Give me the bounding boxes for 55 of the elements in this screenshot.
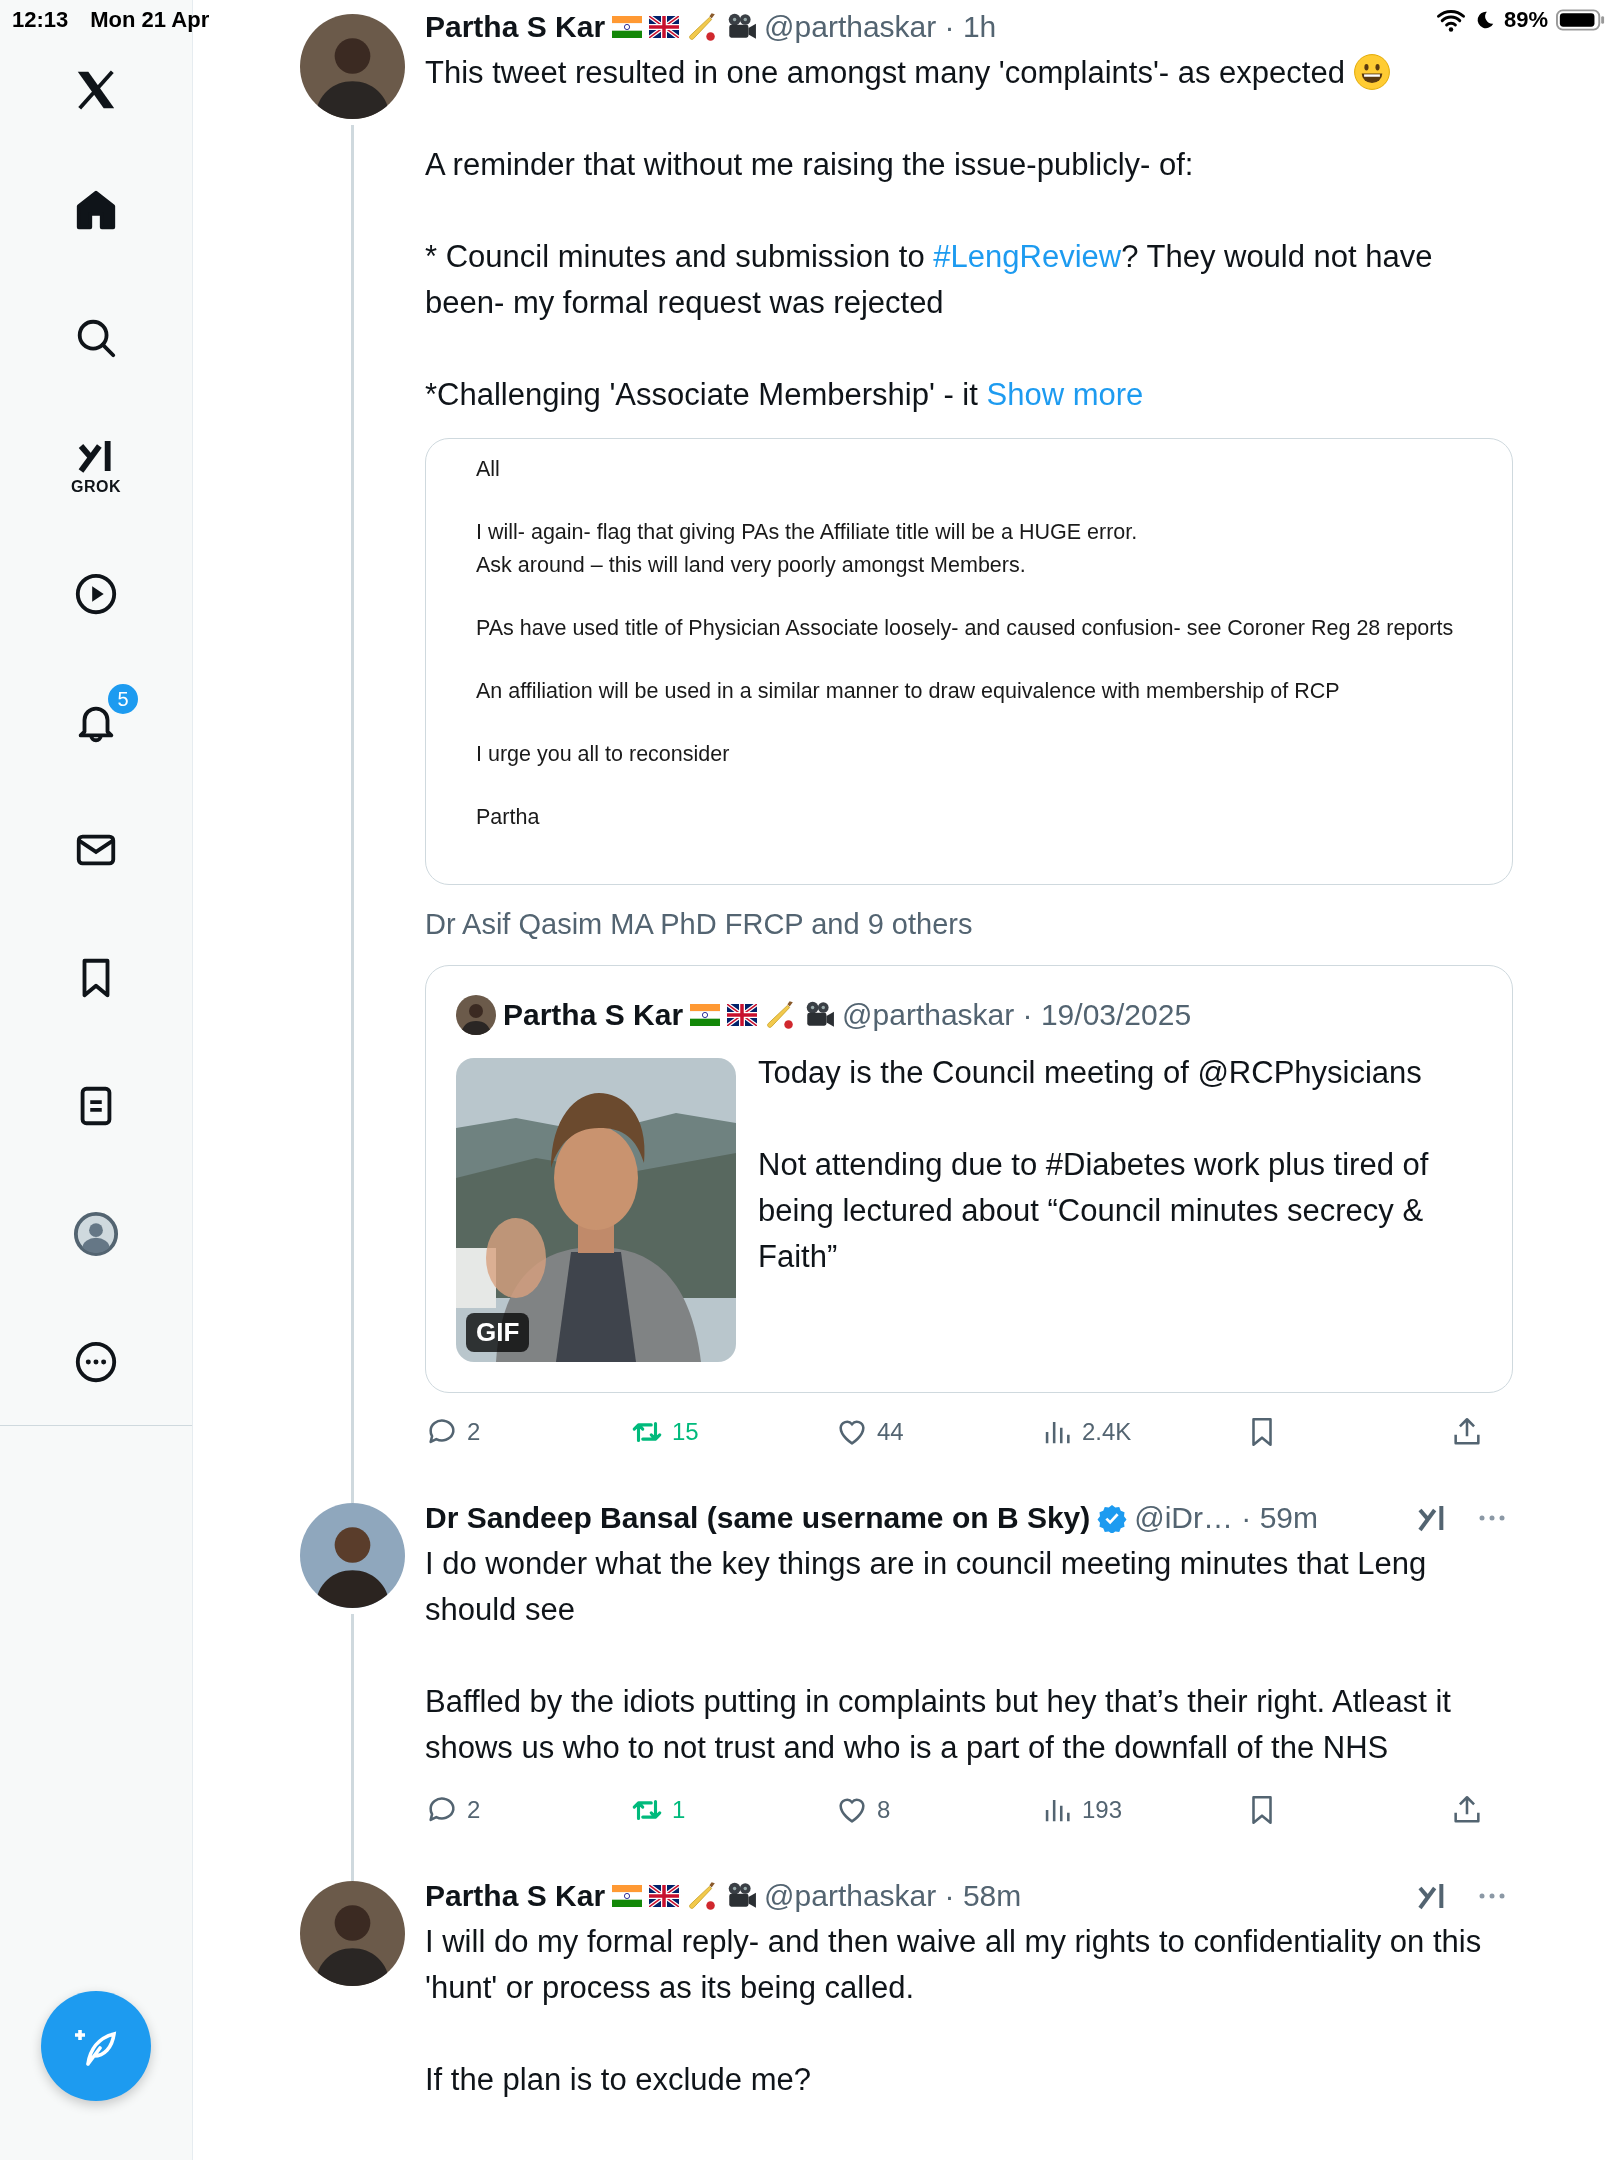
flag-icon	[727, 1004, 758, 1026]
views-button[interactable]: 193	[1040, 1787, 1123, 1833]
quoted-tweet[interactable]: Partha S Kar @parthaskar · 19/03/2025 GIF Today is the Council meeting of @RCPhysicians Not attending due to #Diabetes work plus tired of being lectured about “Council minutes secrecy & Faith”	[425, 965, 1513, 1393]
tweet-text: Baffled by the idiots putting in complaints but hey that’s their right. Atleast it shows us who to not trust and who is a part of the downfall of the NHS	[425, 1683, 1452, 1767]
avatar	[456, 995, 496, 1035]
document-line: PAs have used title of Physician Associate loosely- and caused confusion- see Coroner Reg 28 reports	[476, 615, 1455, 642]
battery-icon	[1556, 8, 1606, 32]
reply-button[interactable]: 2	[425, 1409, 481, 1455]
flag-icon	[612, 16, 643, 38]
author-name[interactable]: Partha S Kar	[425, 10, 606, 44]
document-line: Ask around – this will land very poorly amongst Members.	[476, 552, 1027, 579]
like-button[interactable]: 8	[835, 1787, 891, 1833]
play-icon	[73, 571, 119, 617]
handle-and-time[interactable]: @iDr… · 59m	[1134, 1501, 1319, 1535]
status-date: Mon 21 Apr	[90, 7, 210, 33]
tweet-text: Not attending due to #Diabetes work plus tired of being lectured about “Council minutes secrecy & Faith”	[758, 1146, 1430, 1276]
handle-and-time: @parthaskar · 19/03/2025	[842, 998, 1192, 1032]
profile-icon	[73, 1211, 119, 1257]
tweet-text: Today is the Council meeting of @RCPhysicians	[758, 1054, 1423, 1092]
document-line: All	[476, 456, 501, 483]
status-time: 12:13	[12, 7, 69, 33]
tagged-people[interactable]: Dr Asif Qasim MA PhD FRCP and 9 others	[425, 901, 1513, 947]
compose-button[interactable]	[41, 1991, 151, 2101]
tweet-text: I do wonder what the key things are in council meeting minutes that Leng should see	[425, 1545, 1428, 1629]
flag-icon	[612, 1885, 643, 1907]
views-button[interactable]: 2.4K	[1040, 1409, 1132, 1455]
handle-and-time[interactable]: @parthaskar · 58m	[764, 1879, 1022, 1913]
document-line: I will- again- flag that giving PAs the Affiliate title will be a HUGE error.	[476, 519, 1139, 546]
author-name: Partha S Kar	[503, 998, 684, 1032]
tweet-text: If the plan is to exclude me?	[425, 2061, 812, 2099]
more-icon	[73, 1339, 119, 1385]
flag-icon	[649, 16, 680, 38]
sidebar-item[interactable]: GROK	[36, 402, 156, 530]
document-line: An affiliation will be used in a similar manner to draw equivalence with membership of RCP	[476, 678, 1341, 705]
flag-icon	[690, 1004, 721, 1026]
tweet-text: I will do my formal reply- and then waive all my rights to confidentiality on this 'hunt' or process as its being called.	[425, 1923, 1483, 2007]
tweet-text: This tweet resulted in one amongst many 'complaints'- as expected	[425, 50, 1513, 96]
document-line: Partha	[476, 804, 541, 831]
smile-emoji-icon	[1352, 53, 1391, 91]
tweet-text: A reminder that without me raising the issue-publicly- of:	[425, 146, 1195, 184]
author-name[interactable]: Dr Sandeep Bansal (same username on B Sky)	[425, 1501, 1091, 1535]
document-image[interactable]	[425, 438, 1513, 885]
like-button[interactable]: 44	[835, 1409, 904, 1455]
author-name[interactable]: Partha S Kar	[425, 1879, 606, 1913]
handle-and-time[interactable]: @parthaskar · 1h	[764, 10, 997, 44]
tweet-text: * Council minutes and submission to #LengReview? They would not have been- my formal request was rejected	[425, 238, 1434, 322]
tweet-text: *Challenging 'Associate Membership' - it Show more	[425, 376, 1145, 414]
gif-badge: GIF	[466, 1313, 530, 1352]
document-line: I urge you all to reconsider	[476, 741, 731, 768]
reply-button[interactable]: 2	[425, 1787, 481, 1833]
flag-icon	[649, 1885, 680, 1907]
more-icon[interactable]	[1477, 1891, 1507, 1901]
more-icon[interactable]	[1477, 1513, 1507, 1523]
battery-percent: 89%	[1503, 7, 1548, 33]
notification-badge: 5	[106, 682, 140, 716]
